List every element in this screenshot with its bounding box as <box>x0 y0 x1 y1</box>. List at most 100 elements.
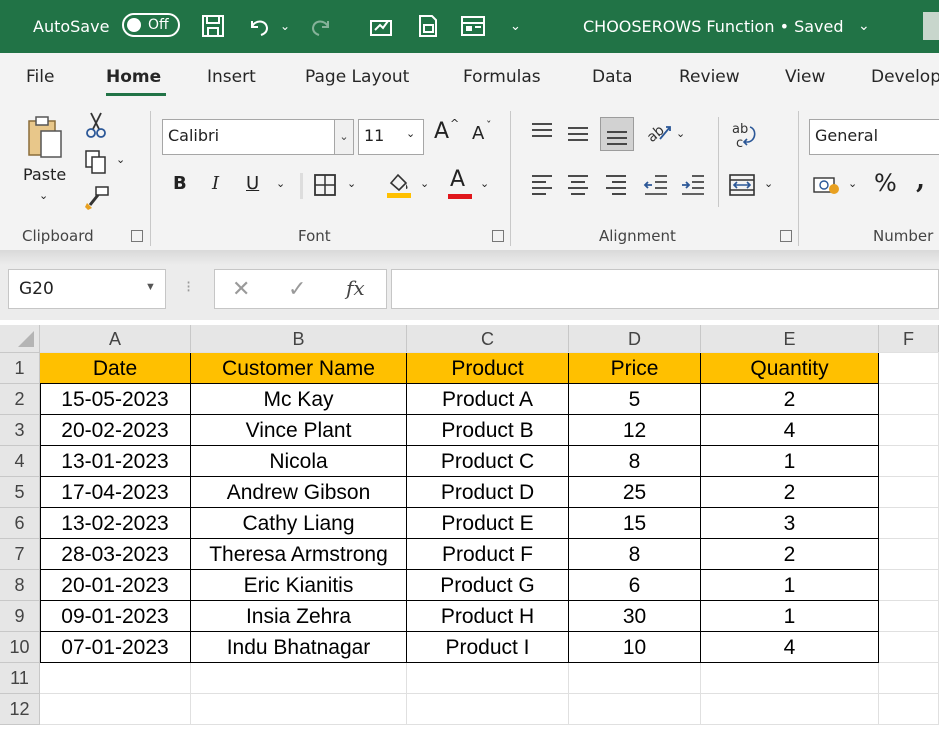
table-cell[interactable]: 2 <box>701 539 879 570</box>
table-header-cell[interactable]: Product <box>407 353 569 384</box>
table-cell[interactable]: Vince Plant <box>191 415 407 446</box>
font-size-dropdown-icon[interactable]: ⌄ <box>406 127 415 140</box>
table-cell[interactable]: 15 <box>569 508 701 539</box>
tab-file[interactable]: File <box>26 67 54 87</box>
table-cell[interactable]: 10 <box>569 632 701 663</box>
column-header-d[interactable]: D <box>569 325 701 353</box>
table-header-cell[interactable]: Customer Name <box>191 353 407 384</box>
table-cell[interactable]: 6 <box>569 570 701 601</box>
table-cell[interactable]: Insia Zehra <box>191 601 407 632</box>
increase-indent-icon[interactable] <box>680 173 706 197</box>
formula-input[interactable] <box>391 269 939 309</box>
tab-formulas[interactable]: Formulas <box>463 67 541 87</box>
table-cell[interactable]: 2 <box>701 477 879 508</box>
decrease-indent-icon[interactable] <box>643 173 669 197</box>
row-header-5[interactable]: 5 <box>0 477 40 508</box>
table-cell[interactable]: Product D <box>407 477 569 508</box>
font-color-dropdown-icon[interactable]: ⌄ <box>480 177 489 190</box>
cut-icon[interactable] <box>84 111 108 139</box>
currency-format-icon[interactable] <box>812 173 842 197</box>
signature-icon[interactable] <box>368 13 394 39</box>
table-cell[interactable]: Product F <box>407 539 569 570</box>
table-cell[interactable]: Product A <box>407 384 569 415</box>
name-box-dropdown-icon[interactable]: ▼ <box>145 281 156 293</box>
table-cell[interactable]: Theresa Armstrong <box>191 539 407 570</box>
font-name-input[interactable]: Calibri <box>162 119 354 155</box>
row-header-12[interactable]: 12 <box>0 694 40 725</box>
table-cell[interactable]: 1 <box>701 601 879 632</box>
table-cell[interactable]: 20-01-2023 <box>40 570 191 601</box>
undo-dropdown-icon[interactable]: ⌄ <box>280 0 290 53</box>
table-cell[interactable]: Cathy Liang <box>191 508 407 539</box>
percent-style-button[interactable]: % <box>874 169 897 197</box>
account-icon[interactable] <box>923 12 939 40</box>
row-header-7[interactable]: 7 <box>0 539 40 570</box>
table-cell[interactable]: 09-01-2023 <box>40 601 191 632</box>
table-cell[interactable]: 07-01-2023 <box>40 632 191 663</box>
table-cell[interactable]: Indu Bhatnagar <box>191 632 407 663</box>
undo-icon[interactable] <box>246 13 272 39</box>
row-header-4[interactable]: 4 <box>0 446 40 477</box>
formula-bar-grip-icon[interactable]: ⁝ <box>186 277 191 297</box>
cancel-icon[interactable]: ✕ <box>232 276 250 302</box>
table-cell[interactable]: 1 <box>701 570 879 601</box>
fill-color-dropdown-icon[interactable]: ⌄ <box>420 177 429 190</box>
row-header-2[interactable]: 2 <box>0 384 40 415</box>
row-header-3[interactable]: 3 <box>0 415 40 446</box>
customize-toolbar-icon[interactable]: ⌄ <box>510 0 521 53</box>
column-header-c[interactable]: C <box>407 325 569 353</box>
orientation-dropdown-icon[interactable]: ⌄ <box>676 127 685 140</box>
copy-dropdown-icon[interactable]: ⌄ <box>116 153 125 166</box>
document-title[interactable]: CHOOSEROWS Function • Saved <box>583 0 844 53</box>
bold-button[interactable]: B <box>173 173 187 194</box>
table-cell[interactable]: 8 <box>569 539 701 570</box>
paste-icon[interactable] <box>25 113 65 163</box>
chevron-down-icon[interactable]: ⌄ <box>858 0 870 53</box>
paste-button[interactable]: Paste <box>23 165 66 184</box>
table-cell[interactable]: 15-05-2023 <box>40 384 191 415</box>
tab-home[interactable]: Home <box>106 67 161 87</box>
tab-insert[interactable]: Insert <box>207 67 256 87</box>
font-launcher-icon[interactable] <box>492 230 504 242</box>
table-cell[interactable]: Mc Kay <box>191 384 407 415</box>
row-header-6[interactable]: 6 <box>0 508 40 539</box>
font-color-button[interactable]: A <box>450 167 465 192</box>
number-format-input[interactable]: General <box>809 119 939 155</box>
insert-function-icon[interactable]: fx <box>346 276 365 300</box>
tab-data[interactable]: Data <box>592 67 633 87</box>
name-box[interactable]: G20 <box>8 269 166 309</box>
copy-icon[interactable] <box>84 149 108 175</box>
table-cell[interactable]: Product I <box>407 632 569 663</box>
clipboard-launcher-icon[interactable] <box>131 230 143 242</box>
table-cell[interactable]: Andrew Gibson <box>191 477 407 508</box>
increase-font-size-button[interactable]: A <box>434 119 449 144</box>
table-cell[interactable]: 5 <box>569 384 701 415</box>
table-cell[interactable]: Product B <box>407 415 569 446</box>
table-cell[interactable]: 28-03-2023 <box>40 539 191 570</box>
borders-dropdown-icon[interactable]: ⌄ <box>347 177 356 190</box>
autosave-toggle[interactable]: Off <box>122 13 180 37</box>
table-cell[interactable]: Eric Kianitis <box>191 570 407 601</box>
row-header-1[interactable]: 1 <box>0 353 40 384</box>
table-cell[interactable]: Nicola <box>191 446 407 477</box>
comma-style-icon[interactable]: , <box>916 165 925 195</box>
currency-dropdown-icon[interactable]: ⌄ <box>848 177 857 190</box>
alignment-launcher-icon[interactable] <box>780 230 792 242</box>
middle-align-icon[interactable] <box>566 121 590 143</box>
underline-dropdown-icon[interactable]: ⌄ <box>276 177 285 190</box>
table-cell[interactable]: 4 <box>701 415 879 446</box>
row-header-10[interactable]: 10 <box>0 632 40 663</box>
orientation-icon[interactable]: ab <box>644 119 672 146</box>
table-cell[interactable]: 1 <box>701 446 879 477</box>
align-center-icon[interactable] <box>566 173 590 197</box>
bottom-align-icon[interactable] <box>600 117 634 151</box>
align-left-icon[interactable] <box>530 173 554 197</box>
table-header-cell[interactable]: Price <box>569 353 701 384</box>
table-cell[interactable]: 13-01-2023 <box>40 446 191 477</box>
tab-page-layout[interactable]: Page Layout <box>305 67 409 87</box>
save-icon[interactable] <box>200 13 226 39</box>
table-cell[interactable]: Product E <box>407 508 569 539</box>
form-icon[interactable] <box>415 13 441 39</box>
borders-icon[interactable] <box>313 173 337 197</box>
wrap-text-icon[interactable]: ab c <box>730 121 758 151</box>
